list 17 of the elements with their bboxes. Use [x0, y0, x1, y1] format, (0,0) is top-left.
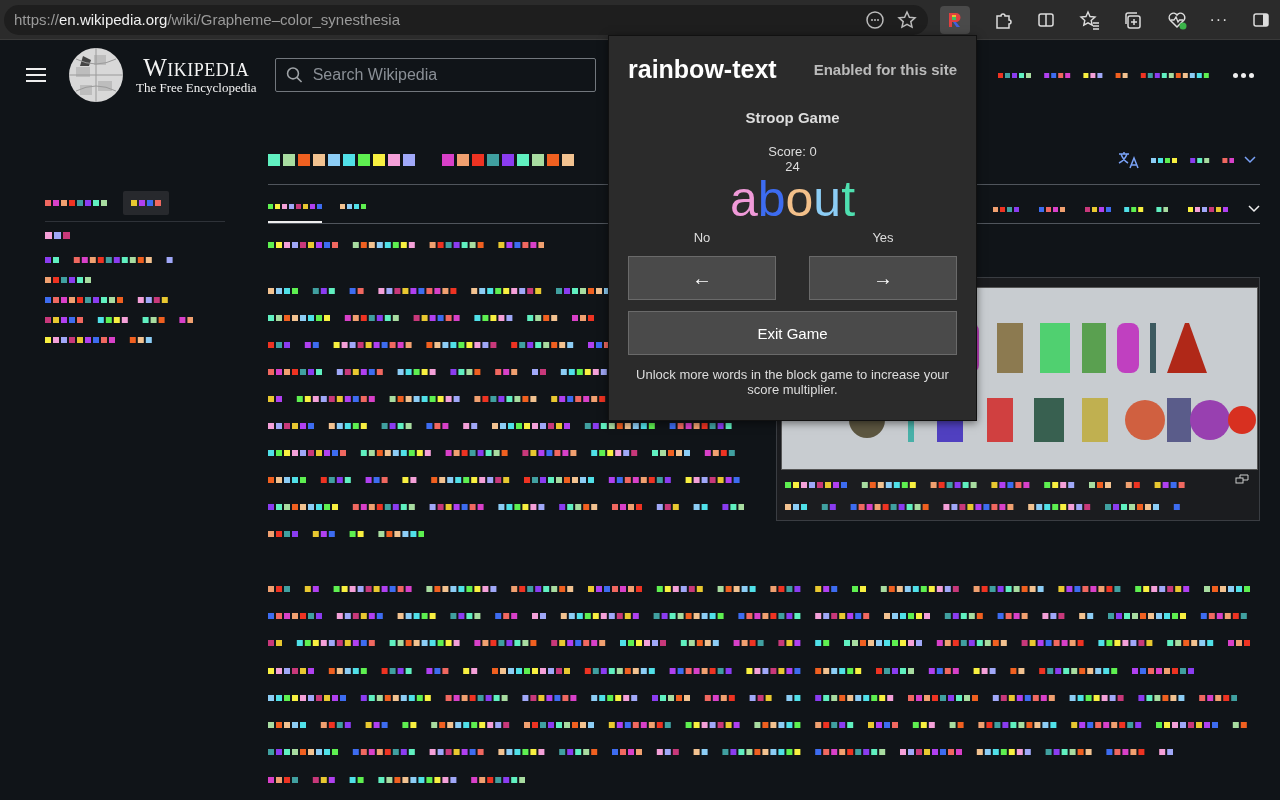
- choice-label: Yes: [871, 230, 895, 245]
- arrow-button[interactable]: →: [809, 256, 957, 300]
- popup-title: rainbow-text: [628, 55, 777, 84]
- status-text: Enabled for this site: [813, 61, 957, 78]
- choice-label: No: [692, 230, 712, 245]
- arrow-button[interactable]: ←: [628, 256, 776, 300]
- search-field[interactable]: Search Wikipedia: [274, 58, 596, 92]
- search-input: Search Wikipedia: [310, 65, 595, 85]
- more-menu-button[interactable]: ···: [1209, 10, 1229, 29]
- score-text: Score: 0: [767, 144, 818, 159]
- wordmark[interactable]: Wikipedia: [143, 55, 250, 80]
- tagline: The Free Encyclopedia: [136, 80, 257, 95]
- colored-word: about: [729, 171, 856, 227]
- timer-text: 24: [784, 159, 801, 174]
- game-title: Stroop Game: [744, 109, 841, 126]
- exit-game-button[interactable]: Exit Game: [628, 311, 957, 355]
- note-text: Unlock more words in the block game to increase your score multiplier.: [635, 367, 950, 397]
